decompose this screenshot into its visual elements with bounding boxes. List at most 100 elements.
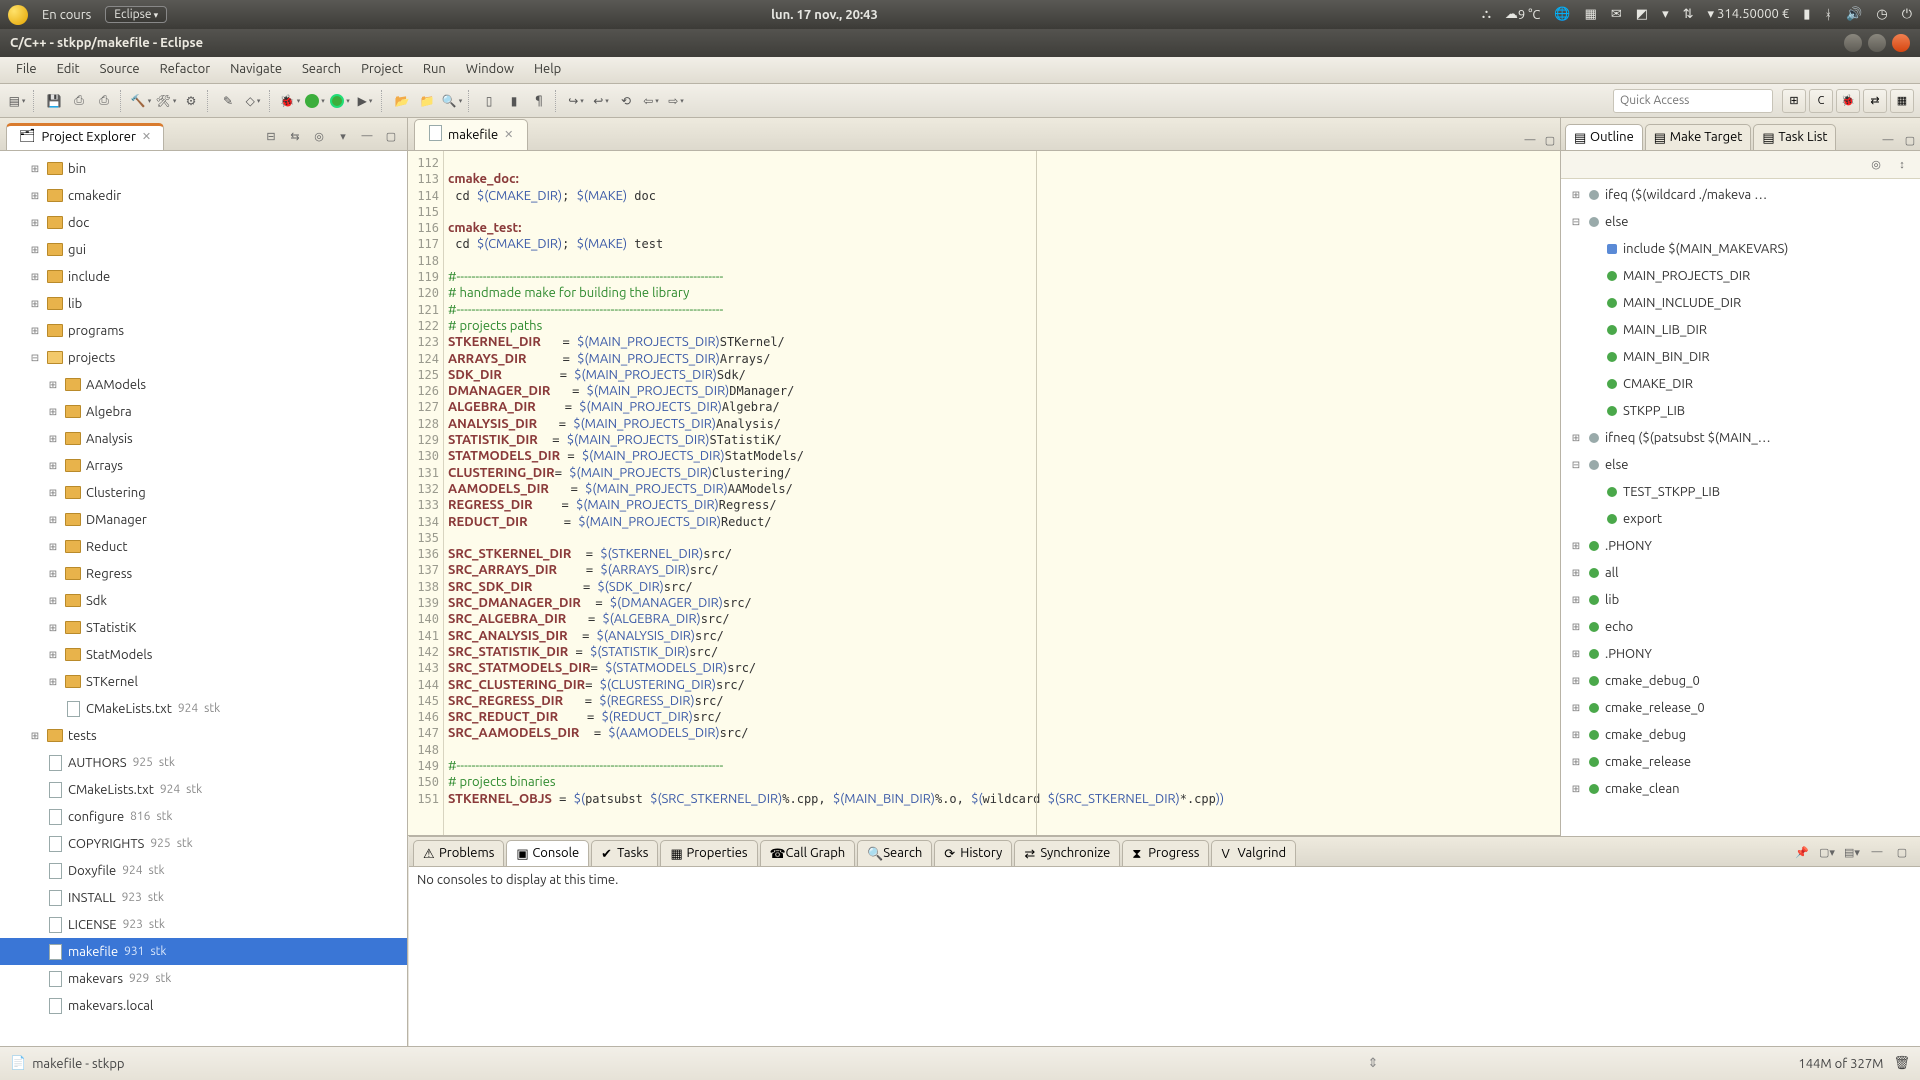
tray-network-icon[interactable]: ⇅ — [1683, 7, 1694, 22]
toggle-mark-button[interactable]: ▯ — [478, 90, 500, 112]
close-icon[interactable]: ✕ — [142, 130, 151, 143]
tray-clock-icon[interactable]: ◷ — [1876, 7, 1887, 22]
tab-properties[interactable]: ▦Properties — [660, 840, 757, 866]
expand-icon[interactable]: ⊞ — [28, 730, 42, 742]
expand-icon[interactable]: ⊞ — [46, 649, 60, 661]
eclipse-app-badge[interactable]: Eclipse — [105, 6, 167, 23]
project-tree[interactable]: ⊞bin⊞cmakedir⊞doc⊞gui⊞include⊞lib⊞progra… — [0, 151, 407, 1046]
minimize-view-button[interactable]: — — [1878, 130, 1898, 150]
tree-node-lib[interactable]: ⊞lib — [0, 290, 407, 317]
tree-node-cmakedir[interactable]: ⊞cmakedir — [0, 182, 407, 209]
run-button[interactable] — [304, 90, 326, 112]
tree-node-arrays[interactable]: ⊞Arrays — [0, 452, 407, 479]
minimize-view-button[interactable]: — — [1867, 842, 1887, 862]
collapse-all-button[interactable]: ⊟ — [261, 126, 281, 146]
expand-icon[interactable]: ⊞ — [1569, 756, 1583, 768]
menu-file[interactable]: File — [6, 57, 47, 83]
tab-call-graph[interactable]: ☎Call Graph — [760, 840, 856, 866]
cost-indicator[interactable]: ▾ 314.50000 € — [1708, 7, 1790, 22]
tab-task-list[interactable]: ▤Task List — [1753, 124, 1836, 150]
print-button[interactable]: ⎙ — [93, 90, 115, 112]
outline-item[interactable]: ⊞all — [1561, 559, 1920, 586]
expand-icon[interactable]: ⊞ — [1569, 675, 1583, 687]
expand-icon[interactable]: ⊞ — [1569, 783, 1583, 795]
menu-help[interactable]: Help — [524, 57, 571, 83]
outline-item[interactable]: MAIN_PROJECTS_DIR — [1561, 262, 1920, 289]
tab-synchronize[interactable]: ⇄Synchronize — [1014, 840, 1120, 866]
tree-node-reduct[interactable]: ⊞Reduct — [0, 533, 407, 560]
expand-icon[interactable]: ⊞ — [28, 271, 42, 283]
expand-icon[interactable]: ⊞ — [46, 514, 60, 526]
new-class-button[interactable]: ◇ — [242, 90, 264, 112]
editor-tab-makefile[interactable]: makefile ✕ — [414, 119, 528, 150]
window-maximize-button[interactable] — [1868, 34, 1886, 52]
tree-node-tests[interactable]: ⊞tests — [0, 722, 407, 749]
outline-item[interactable]: ⊞lib — [1561, 586, 1920, 613]
tree-node-makefile[interactable]: makefile931stk — [0, 938, 407, 965]
quick-access-input[interactable] — [1613, 89, 1773, 113]
open-type-button[interactable]: ✎ — [217, 90, 239, 112]
expand-icon[interactable]: ⊞ — [1569, 432, 1583, 444]
open-console-button[interactable]: ▤▾ — [1842, 842, 1862, 862]
expand-icon[interactable]: ⊞ — [1569, 648, 1583, 660]
tree-node-configure[interactable]: configure816stk — [0, 803, 407, 830]
outline-item[interactable]: ⊞ifneq ($(patsubst $(MAIN_… — [1561, 424, 1920, 451]
editor-maximize-button[interactable]: ▢ — [1540, 130, 1560, 150]
tree-node-copyrights[interactable]: COPYRIGHTS925stk — [0, 830, 407, 857]
menu-source[interactable]: Source — [90, 57, 150, 83]
trash-icon[interactable]: 🗑 — [1893, 1056, 1910, 1071]
menu-edit[interactable]: Edit — [47, 57, 90, 83]
tree-node-statmodels[interactable]: ⊞StatModels — [0, 641, 407, 668]
outline-item[interactable]: ⊞cmake_debug_0 — [1561, 667, 1920, 694]
expand-icon[interactable]: ⊞ — [28, 298, 42, 310]
profile-button[interactable] — [329, 90, 351, 112]
tray-power-icon[interactable]: ⏻ — [1902, 7, 1912, 22]
sort-button[interactable]: ↕ — [1892, 155, 1912, 175]
pin-console-button[interactable]: 📌 — [1792, 842, 1812, 862]
outline-item[interactable]: ⊞ifeq ($(wildcard ./makeva … — [1561, 181, 1920, 208]
next-annotation-button[interactable]: ↪ — [565, 90, 587, 112]
expand-icon[interactable]: ⊞ — [46, 487, 60, 499]
expand-icon[interactable]: ⊟ — [28, 352, 42, 364]
tab-valgrind[interactable]: VValgrind — [1211, 840, 1296, 866]
tree-node-dmanager[interactable]: ⊞DManager — [0, 506, 407, 533]
resize-handle-icon[interactable]: ⇕ — [1367, 1056, 1378, 1071]
tree-node-regress[interactable]: ⊞Regress — [0, 560, 407, 587]
expand-icon[interactable]: ⊞ — [1569, 702, 1583, 714]
outline-item[interactable]: MAIN_LIB_DIR — [1561, 316, 1920, 343]
tree-node-algebra[interactable]: ⊞Algebra — [0, 398, 407, 425]
forward-button[interactable]: ⇨ — [665, 90, 687, 112]
debug-button[interactable]: 🐞 — [279, 90, 301, 112]
expand-icon[interactable]: ⊞ — [1569, 621, 1583, 633]
tree-node-analysis[interactable]: ⊞Analysis — [0, 425, 407, 452]
expand-icon[interactable]: ⊞ — [1569, 567, 1583, 579]
project-explorer-tab[interactable]: 🗂 Project Explorer ✕ — [6, 123, 164, 150]
expand-icon[interactable]: ⊞ — [46, 676, 60, 688]
expand-icon[interactable]: ⊟ — [1569, 216, 1583, 228]
tree-node-install[interactable]: INSTALL923stk — [0, 884, 407, 911]
expand-icon[interactable]: ⊞ — [46, 568, 60, 580]
expand-icon[interactable]: ⊞ — [28, 244, 42, 256]
tab-make-target[interactable]: ▤Make Target — [1645, 124, 1752, 150]
open-element-button[interactable]: 📂 — [391, 90, 413, 112]
weather-widget[interactable]: 9 °C — [1505, 7, 1540, 22]
expand-icon[interactable]: ⊟ — [1569, 459, 1583, 471]
save-button[interactable]: 💾 — [43, 90, 65, 112]
minimize-view-button[interactable]: — — [357, 126, 377, 146]
outline-item[interactable]: ⊞cmake_release — [1561, 748, 1920, 775]
build-target-button[interactable]: ⚙ — [180, 90, 202, 112]
menu-navigate[interactable]: Navigate — [220, 57, 292, 83]
tab-problems[interactable]: ⚠Problems — [413, 840, 504, 866]
close-icon[interactable]: ✕ — [504, 128, 513, 141]
expand-icon[interactable]: ⊞ — [46, 595, 60, 607]
window-close-button[interactable] — [1892, 34, 1910, 52]
tree-node-gui[interactable]: ⊞gui — [0, 236, 407, 263]
tray-menu-icon[interactable]: ▾ — [1662, 7, 1669, 22]
tree-node-programs[interactable]: ⊞programs — [0, 317, 407, 344]
maximize-view-button[interactable]: ▢ — [1892, 842, 1912, 862]
heap-status[interactable]: 144M of 327M — [1798, 1057, 1883, 1071]
tray-bluetooth-icon[interactable]: ᚼ — [1824, 8, 1832, 22]
outline-item[interactable]: ⊟else — [1561, 451, 1920, 478]
tree-node-sdk[interactable]: ⊞Sdk — [0, 587, 407, 614]
menu-refactor[interactable]: Refactor — [150, 57, 221, 83]
